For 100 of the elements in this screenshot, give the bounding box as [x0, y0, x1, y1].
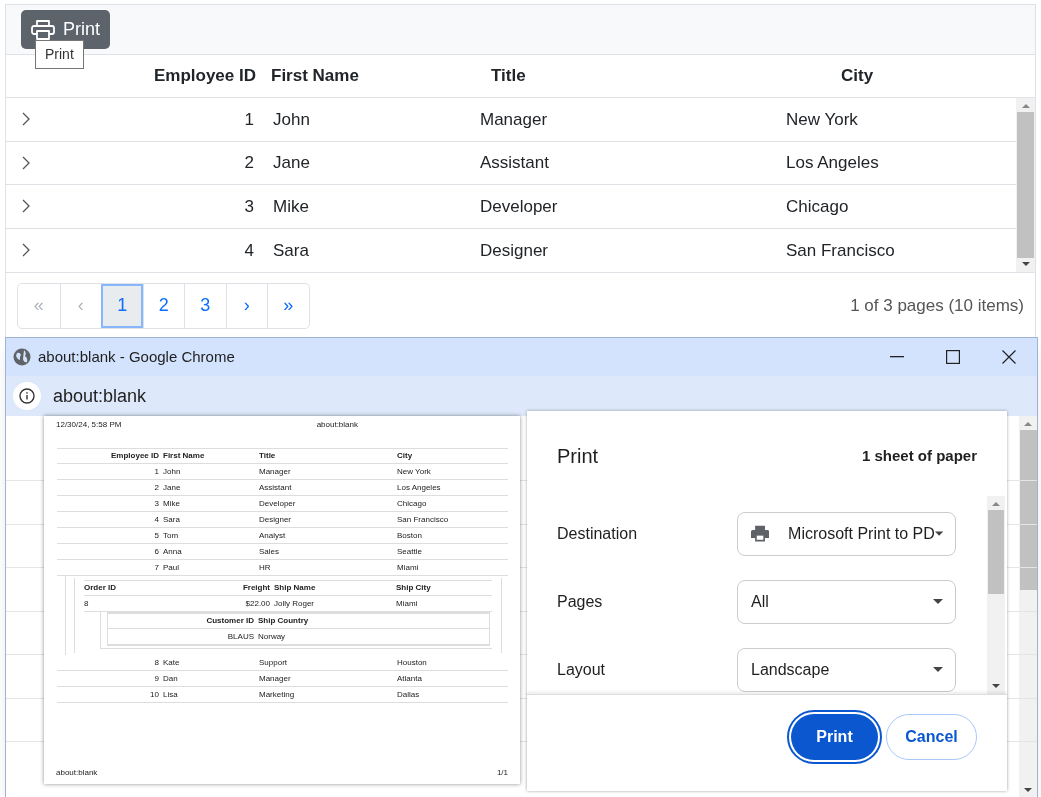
minimize-icon [890, 356, 904, 358]
preview-cell-text: 2 [153, 482, 160, 493]
setting-label: Destination [557, 524, 638, 544]
setting-label: Pages [557, 592, 603, 612]
preview-cell-text: 5 [153, 530, 160, 541]
preview-cell-text: Boston [397, 530, 423, 541]
preview-cell-text: 8 [153, 657, 160, 668]
printer-icon [31, 18, 55, 41]
preview-column-header: Customer ID [205, 616, 255, 626]
table-cell-text: Developer [479, 195, 559, 218]
globe-icon [13, 348, 31, 366]
preview-cell-text: Sales [259, 546, 280, 557]
preview-cell-text: Support [259, 657, 289, 668]
table-cell-text: 1 [243, 108, 254, 131]
preview-column-header: Ship Country [258, 616, 310, 626]
pager-button[interactable]: 3 [184, 283, 226, 328]
table-cell-text: New York [785, 108, 858, 131]
preview-cell-text: Assistant [259, 482, 293, 493]
column-header[interactable]: City [796, 63, 874, 89]
preview-cell-text: Mike [163, 498, 181, 509]
preview-column-header: City [397, 451, 414, 461]
preview-cell-text: San Francisco [397, 514, 450, 525]
chevron-right-icon[interactable] [21, 155, 31, 170]
dialog-title: Print [557, 444, 599, 469]
preview-cell-text: Dallas [397, 689, 421, 700]
setting-select[interactable]: Microsoft Print to PD [737, 512, 956, 556]
chevron-right-icon[interactable] [21, 199, 31, 214]
preview-cell-text: Lisa [163, 689, 179, 700]
preview-column-header: Order ID [84, 583, 117, 593]
table-cell-text: John [272, 108, 311, 131]
preview-footer: about:blank [56, 768, 98, 778]
preview-cell-text: Manager [259, 673, 292, 684]
dropdown-caret-icon [933, 599, 943, 605]
info-icon[interactable] [13, 382, 41, 410]
maximize-icon [946, 350, 960, 364]
preview-cell-text: 7 [153, 562, 160, 573]
table-cell-text: Jane [272, 152, 311, 174]
setting-label: Layout [557, 660, 606, 680]
preview-cell-text: Paul [163, 562, 180, 573]
setting-select[interactable]: Landscape [737, 648, 956, 692]
chevron-right-icon[interactable] [21, 112, 31, 127]
preview-cell-text: 9 [153, 673, 160, 684]
dropdown-caret-icon [934, 531, 943, 537]
preview-cell-text: Tom [163, 530, 180, 541]
preview-cell-text: Designer [259, 514, 292, 525]
dropdown-caret-icon [933, 667, 943, 673]
preview-cell-text: BLAUS [226, 631, 255, 642]
preview-cell-text: 4 [153, 514, 160, 525]
pager-button[interactable]: » [267, 283, 309, 328]
close-icon [1002, 350, 1016, 364]
column-header[interactable]: First Name [256, 63, 476, 89]
window-title: about:blank - Google Chrome [38, 346, 235, 367]
address-text[interactable]: about:blank [53, 382, 147, 410]
preview-column-header: Title [259, 451, 277, 461]
table-cell-text: Los Angeles [785, 152, 879, 174]
preview-cell-text: Norway [258, 631, 287, 642]
printer-icon [751, 524, 770, 544]
preview-page-number: 1/1 [496, 768, 508, 778]
table-cell-text: Chicago [785, 195, 849, 218]
preview-cell-text: 8 [84, 598, 90, 609]
preview-cell-text: Developer [259, 498, 297, 509]
pager-button[interactable]: › [225, 283, 267, 328]
scrollbar[interactable] [987, 496, 1005, 694]
preview-column-header: Ship Name [274, 583, 317, 593]
scrollbar[interactable] [1019, 416, 1037, 797]
preview-cell-text: HR [259, 562, 272, 573]
table-cell-text: 2 [243, 152, 254, 174]
preview-cell-text: Los Angeles [397, 482, 442, 493]
sheet-count: 1 sheet of paper [861, 445, 977, 466]
scrollbar[interactable] [1016, 98, 1035, 272]
preview-cell-text: Houston [397, 657, 428, 668]
preview-cell-text: Chicago [397, 498, 428, 509]
pager-button[interactable]: 1 [101, 283, 143, 328]
preview-cell-text: 1 [153, 466, 160, 477]
preview-cell-text: Sara [163, 514, 181, 525]
preview-cell-text: 3 [153, 498, 160, 509]
preview-cell-text: New York [397, 466, 432, 477]
preview-cell-text: Atlanta [397, 673, 423, 684]
preview-column-header: Employee ID [110, 451, 160, 461]
chevron-right-icon[interactable] [21, 243, 31, 258]
column-header[interactable]: Title [476, 63, 796, 89]
table-cell-text: Assistant [479, 152, 550, 174]
setting-select[interactable]: All [737, 580, 956, 624]
preview-cell-text: Jolly Roger [274, 598, 315, 609]
tooltip: Print [35, 40, 84, 69]
preview-cell-text: Miami [396, 598, 419, 609]
pager-info: 1 of 3 pages (10 items) [850, 294, 1024, 317]
preview-cell-text: Manager [259, 466, 292, 477]
preview-url: about:blank [316, 420, 358, 430]
preview-column-header: Freight [241, 583, 271, 593]
preview-cell-text: $22.00 [244, 598, 271, 609]
preview-cell-text: Seattle [397, 546, 423, 557]
preview-cell-text: Kate [163, 657, 181, 668]
cancel-button[interactable]: Cancel [886, 714, 977, 760]
table-cell-text: Sara [272, 239, 310, 262]
table-cell-text: 3 [243, 195, 254, 218]
preview-cell-text: Jane [163, 482, 182, 493]
pager-button[interactable]: 2 [142, 283, 184, 328]
preview-date: 12/30/24, 5:58 PM [56, 420, 122, 430]
preview-cell-text: Dan [163, 673, 179, 684]
